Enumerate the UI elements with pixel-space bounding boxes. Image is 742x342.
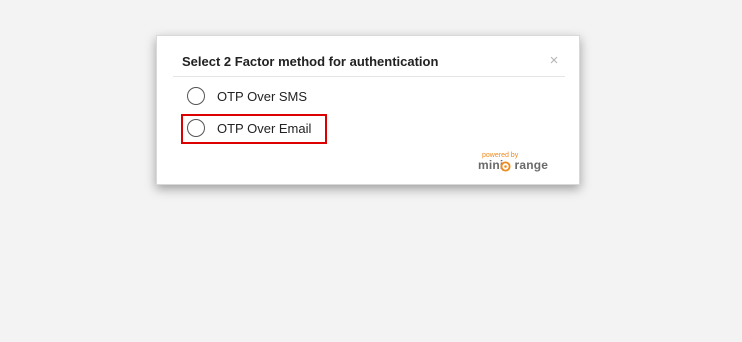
brand-name: mini range bbox=[478, 158, 548, 172]
radio-otp-email[interactable] bbox=[187, 119, 205, 137]
option-otp-sms-label: OTP Over SMS bbox=[217, 88, 308, 104]
option-otp-email-label: OTP Over Email bbox=[217, 120, 312, 136]
option-otp-sms[interactable]: OTP Over SMS bbox=[187, 84, 307, 108]
close-icon[interactable]: × bbox=[545, 52, 563, 70]
dialog-title: Select 2 Factor method for authenticatio… bbox=[182, 54, 439, 69]
miniorange-logo: powered by mini range bbox=[478, 152, 550, 176]
brand-name-suffix: range bbox=[514, 158, 549, 172]
option-otp-email[interactable]: OTP Over Email bbox=[187, 116, 311, 140]
dialog-header: Select 2 Factor method for authenticatio… bbox=[173, 48, 565, 77]
radio-otp-sms[interactable] bbox=[187, 87, 205, 105]
orange-icon bbox=[500, 161, 511, 172]
two-factor-dialog: Select 2 Factor method for authenticatio… bbox=[156, 35, 580, 185]
